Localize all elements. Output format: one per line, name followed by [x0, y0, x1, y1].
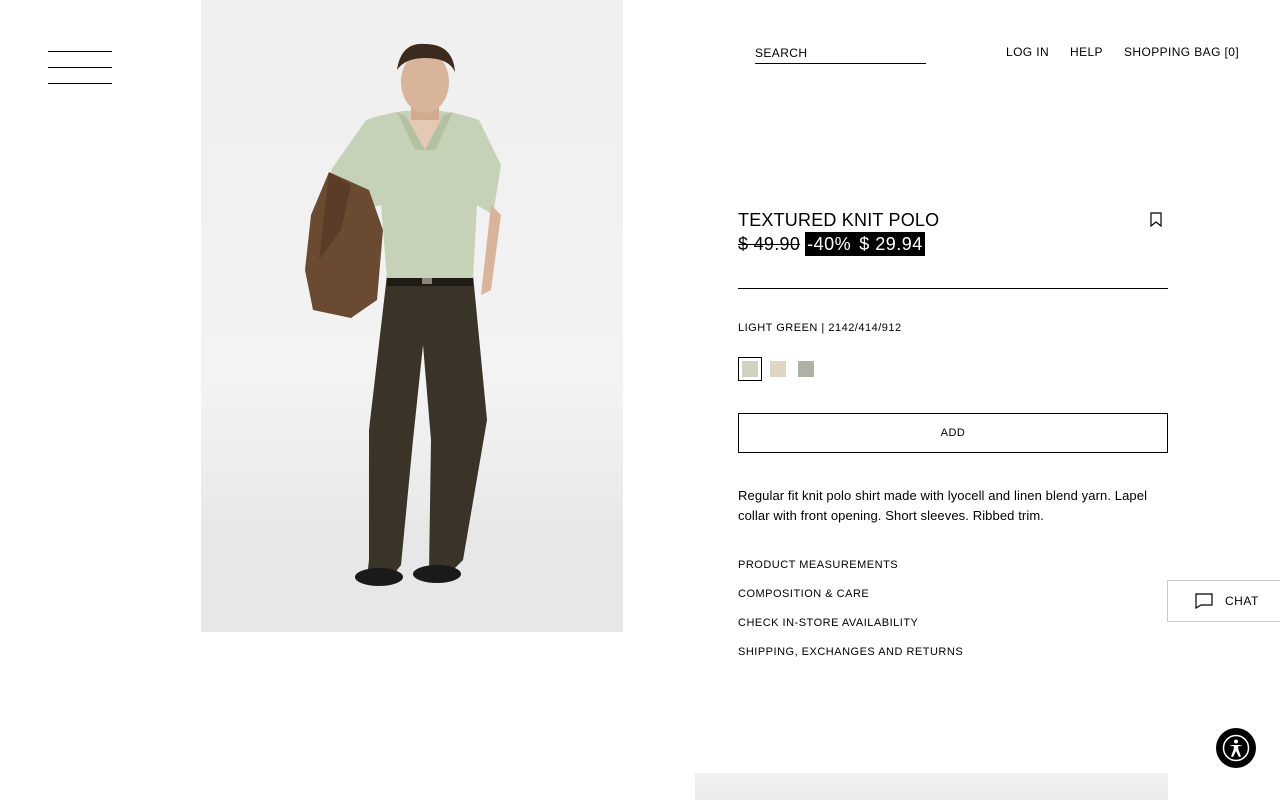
- color-swatch-sage[interactable]: [794, 357, 818, 381]
- price-row: $ 49.90 -40% $ 29.94: [738, 232, 925, 256]
- sale-badge: -40% $ 29.94: [805, 232, 925, 256]
- hamburger-icon-line: [48, 83, 112, 84]
- shipping-returns-link[interactable]: SHIPPING, EXCHANGES AND RETURNS: [738, 646, 963, 658]
- search-field[interactable]: [755, 44, 926, 64]
- hamburger-icon-line: [48, 67, 112, 68]
- product-title: TEXTURED KNIT POLO: [738, 210, 940, 230]
- color-swatch-light-green[interactable]: [738, 357, 762, 381]
- color-swatch-beige[interactable]: [766, 357, 790, 381]
- sale-price: $ 29.94: [859, 234, 923, 254]
- chat-bubble-icon: [1195, 593, 1213, 609]
- color-reference: LIGHT GREEN | 2142/414/912: [738, 322, 902, 334]
- color-swatches: [738, 357, 822, 381]
- old-price: $ 49.90: [738, 233, 801, 254]
- discount-percent: -40%: [807, 234, 852, 254]
- chat-label: CHAT: [1225, 594, 1259, 608]
- menu-button[interactable]: [48, 51, 112, 84]
- shopping-bag-link[interactable]: SHOPPING BAG [0]: [1124, 45, 1239, 59]
- chat-button[interactable]: CHAT: [1167, 580, 1280, 622]
- search-input[interactable]: [755, 45, 926, 61]
- login-link[interactable]: LOG IN: [1006, 45, 1049, 59]
- accessibility-icon: [1222, 734, 1250, 762]
- product-description: Regular fit knit polo shirt made with ly…: [738, 488, 1148, 523]
- product-image[interactable]: [201, 0, 623, 632]
- help-link[interactable]: HELP: [1070, 45, 1103, 59]
- divider: [738, 288, 1168, 289]
- accessibility-button[interactable]: [1216, 728, 1256, 768]
- model-illustration: [201, 43, 623, 632]
- secondary-product-image[interactable]: [695, 773, 1168, 800]
- product-measurements-link[interactable]: PRODUCT MEASUREMENTS: [738, 559, 898, 571]
- composition-care-link[interactable]: COMPOSITION & CARE: [738, 588, 869, 600]
- store-availability-link[interactable]: CHECK IN-STORE AVAILABILITY: [738, 617, 918, 629]
- bookmark-icon[interactable]: [1150, 212, 1162, 228]
- hamburger-icon: [48, 51, 112, 52]
- add-button[interactable]: ADD: [738, 413, 1168, 453]
